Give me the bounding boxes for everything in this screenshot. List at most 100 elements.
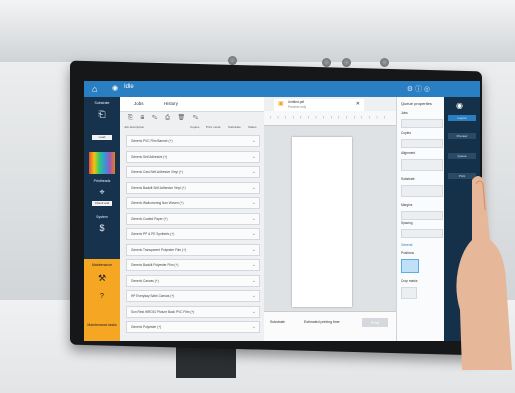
spacing-field[interactable] bbox=[401, 229, 443, 238]
top-bar: ⌂ ◉ Idle ⚙ ⓘ ◎ bbox=[84, 81, 480, 97]
preview-tab-bar: ▣ Untitled.pdf Preview only ✕ bbox=[264, 97, 396, 112]
job-list-panel: Jobs History ⎘ ⊞ ✎ ⎙ 🗑 ✎ Job description… bbox=[120, 97, 265, 341]
app-status: Idle bbox=[124, 84, 134, 90]
wrench-icon[interactable]: ⚒ bbox=[84, 273, 120, 284]
paper-preview bbox=[292, 137, 352, 307]
home-icon[interactable]: ⌂ bbox=[92, 84, 97, 94]
preview-button[interactable]: Preview bbox=[448, 133, 476, 139]
ink-thumbnail bbox=[89, 152, 115, 174]
chevron-down-icon[interactable]: ⌄ bbox=[252, 185, 256, 191]
job-row-label: Generic Transparent Polyester Film (+) bbox=[131, 247, 187, 252]
job-row[interactable]: Generic Transparent Polyester Film (+) ⌄ bbox=[126, 243, 260, 256]
screw bbox=[322, 58, 331, 67]
chevron-down-icon[interactable]: ⌄ bbox=[252, 231, 256, 237]
tab-jobs[interactable]: Jobs bbox=[134, 101, 144, 106]
substrate-icon[interactable]: ⎗ bbox=[84, 109, 120, 120]
job-toolbar[interactable]: ⎘ ⊞ ✎ ⎙ 🗑 ✎ bbox=[128, 114, 201, 122]
section-label: Alignment bbox=[401, 151, 416, 155]
section-label: Spacing bbox=[401, 221, 413, 225]
sidebar: Substrate ⎗ Load Printheads ⌖ Check and … bbox=[84, 97, 120, 341]
job-row-label: HP Everyday Satin Canvas (+) bbox=[131, 294, 175, 298]
chevron-down-icon[interactable]: ⌄ bbox=[252, 278, 256, 284]
column-header: Substrate bbox=[228, 125, 241, 129]
chevron-down-icon[interactable]: ⌄ bbox=[252, 154, 256, 160]
chevron-down-icon[interactable]: ⌄ bbox=[252, 169, 256, 175]
job-row[interactable]: Sun Rest WRO10 Picture Back PVC Film (+)… bbox=[126, 305, 260, 318]
panel-title: Queue properties bbox=[401, 101, 432, 106]
preview-footer: Substrate Estimated printing time Print bbox=[264, 311, 396, 341]
tab-history[interactable]: History bbox=[164, 101, 178, 106]
chevron-down-icon[interactable]: ⌄ bbox=[252, 247, 256, 253]
section-label: Copies bbox=[401, 131, 411, 135]
jobs-field[interactable] bbox=[401, 119, 443, 128]
job-row[interactable]: Generic Canvas (+) ⌄ bbox=[126, 274, 260, 287]
column-header: Job description bbox=[124, 125, 145, 129]
status-icon: ◉ bbox=[112, 85, 119, 92]
footer-time-label: Estimated printing time bbox=[304, 320, 340, 324]
ruler-ticks: | | | | | | | | | | | | | | | | bbox=[270, 115, 388, 119]
hand-photo bbox=[456, 176, 512, 370]
screw bbox=[342, 58, 351, 67]
sidebar-item-label: Maintenance bbox=[91, 263, 113, 267]
chevron-down-icon[interactable]: ⌄ bbox=[252, 262, 256, 268]
chevron-down-icon[interactable]: ⌄ bbox=[252, 309, 256, 315]
job-row[interactable]: Generic Polyester (+) ⌄ bbox=[126, 321, 260, 333]
job-row-label: Generic PVC Film Banner (+) bbox=[131, 139, 173, 143]
file-subtitle: Preview only bbox=[288, 105, 307, 109]
section-label: Jobs bbox=[401, 111, 408, 115]
job-row[interactable]: Generic PVC Film Banner (+) ⌄ bbox=[126, 135, 260, 147]
load-button[interactable]: Load bbox=[92, 135, 112, 140]
list-header: Job description Copies Print mode Substr… bbox=[124, 125, 260, 131]
notification-icons[interactable]: ⚙ ⓘ ◎ bbox=[407, 84, 430, 94]
position-option-selected[interactable] bbox=[401, 259, 419, 273]
chevron-down-icon[interactable]: ⌄ bbox=[252, 200, 256, 206]
file-name: Untitled.pdf bbox=[288, 100, 305, 104]
crop-marks-toggle[interactable] bbox=[401, 287, 417, 299]
system-icon[interactable]: $ bbox=[84, 223, 120, 233]
job-row-label: Generic Canvas (+) bbox=[131, 278, 159, 283]
section-label: Substrate bbox=[401, 177, 415, 181]
column-header: Print mode bbox=[206, 125, 221, 129]
chevron-down-icon[interactable]: ⌄ bbox=[252, 216, 256, 222]
job-row[interactable]: Generic Cast Self-Adhesive Vinyl (+) ⌄ bbox=[126, 166, 260, 178]
section-label: Margins bbox=[401, 203, 413, 207]
sidebar-item-label: System bbox=[96, 215, 108, 219]
job-row[interactable]: Generic Self Adhesive (+) ⌄ bbox=[126, 150, 260, 163]
section-label: Crop marks bbox=[401, 279, 418, 283]
check-clean-button[interactable]: Check and clean bbox=[92, 201, 112, 210]
touch-screen: ⌂ ◉ Idle ⚙ ⓘ ◎ Substrate ⎗ Load Printhea… bbox=[84, 81, 480, 341]
job-row-label: Generic Backlit Polyester Film (+) bbox=[131, 263, 179, 267]
alignment-selector[interactable] bbox=[401, 159, 443, 171]
queue-button[interactable]: Queue bbox=[448, 153, 476, 159]
job-row-label: Generic Self Adhesive (+) bbox=[131, 154, 168, 159]
chevron-down-icon[interactable]: ⌄ bbox=[252, 138, 256, 144]
eye-icon[interactable]: ◉ bbox=[456, 101, 463, 110]
ruler-bar: | | | | | | | | | | | | | | | | bbox=[264, 111, 396, 126]
sidebar-item-label: Substrate bbox=[94, 101, 110, 105]
job-row[interactable]: Generic Coated Paper (+) ⌄ bbox=[126, 212, 260, 225]
substrate-selector[interactable] bbox=[401, 185, 443, 197]
margins-field[interactable] bbox=[401, 211, 443, 220]
job-row[interactable]: Generic PP & PE Synthetic (+) ⌄ bbox=[126, 228, 260, 240]
job-row-label: Generic Cast Self-Adhesive Vinyl (+) bbox=[131, 170, 183, 174]
job-row-label: Generic Coated Paper (+) bbox=[131, 216, 168, 221]
job-row-label: Generic Backlit Self-Adhesive Vinyl (+) bbox=[131, 185, 186, 190]
job-row[interactable]: Generic Backlit Polyester Film (+) ⌄ bbox=[126, 259, 260, 271]
printhead-icon[interactable]: ⌖ bbox=[84, 187, 120, 198]
file-tab[interactable]: ▣ Untitled.pdf Preview only ✕ bbox=[274, 99, 364, 111]
sidebar-item-label: Maintenance tasks bbox=[87, 323, 117, 327]
chevron-down-icon[interactable]: ⌄ bbox=[252, 324, 256, 330]
job-row[interactable]: Generic Backlit Self-Adhesive Vinyl (+) ⌄ bbox=[126, 181, 260, 194]
column-header: Status bbox=[248, 125, 257, 129]
copies-stepper[interactable] bbox=[401, 139, 443, 148]
layout-button[interactable]: Layout bbox=[448, 115, 476, 121]
job-row-label: Sun Rest WRO10 Picture Back PVC Film (+) bbox=[131, 309, 195, 314]
screw bbox=[228, 56, 237, 65]
close-icon[interactable]: ✕ bbox=[356, 101, 360, 107]
print-button[interactable]: Print bbox=[362, 318, 388, 327]
job-row[interactable]: HP Everyday Satin Canvas (+) ⌄ bbox=[126, 290, 260, 302]
info-icon[interactable]: ? bbox=[84, 293, 120, 300]
chevron-down-icon[interactable]: ⌄ bbox=[252, 293, 256, 299]
job-row[interactable]: Generic Wallcovering Non Woven (+) ⌄ bbox=[126, 197, 260, 209]
file-icon: ▣ bbox=[278, 101, 284, 107]
